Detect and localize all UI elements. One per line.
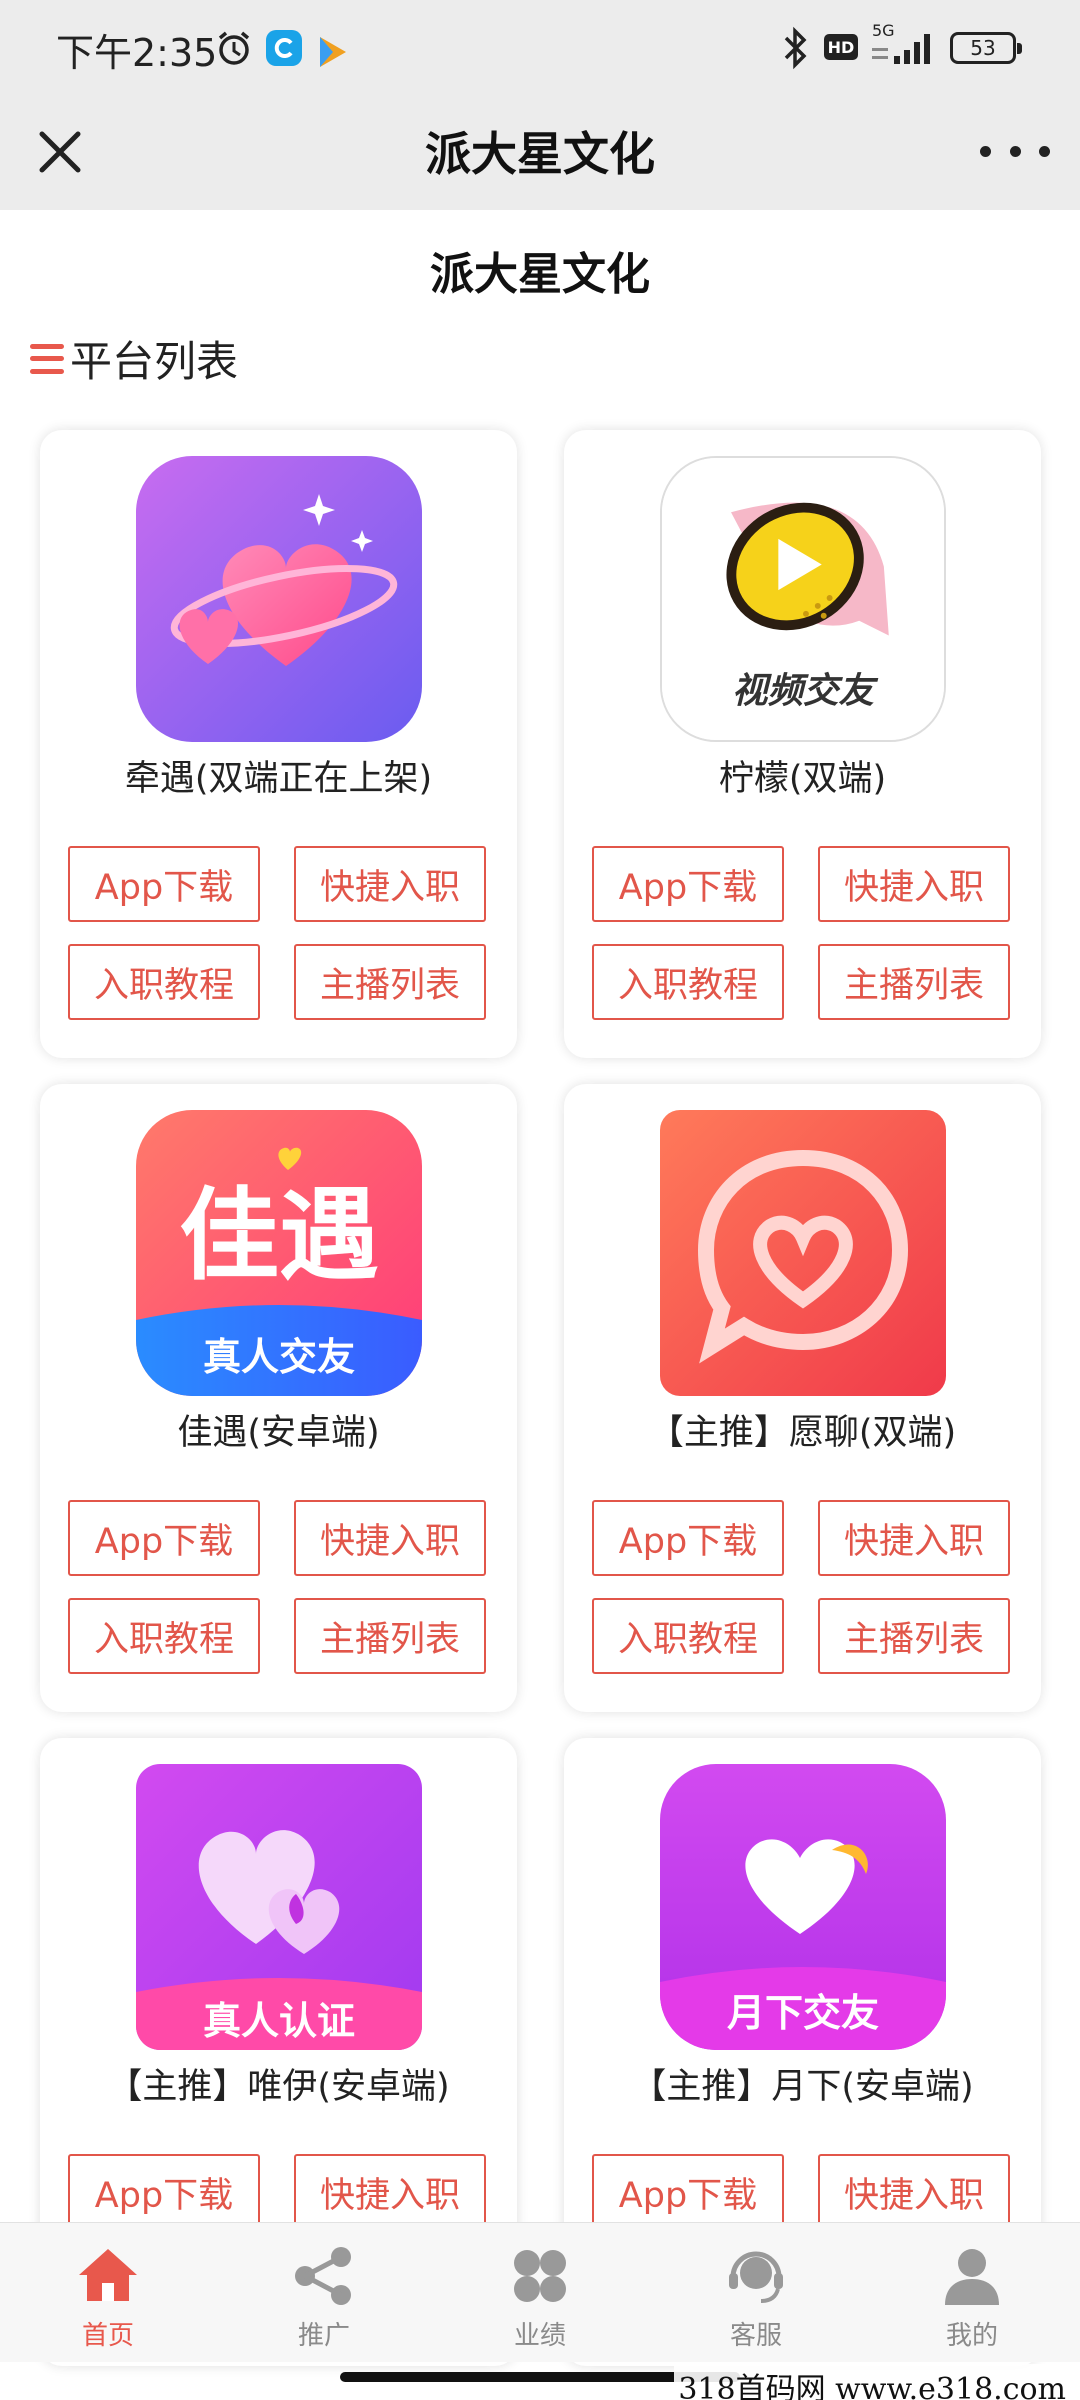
status-bar: 下午2:35 HD 5G 53 bbox=[0, 0, 1080, 96]
platform-name: 【主推】月下(安卓端) bbox=[631, 2067, 974, 2107]
chat-heart-icon[interactable] bbox=[660, 1110, 946, 1396]
quick-join-button[interactable]: 快捷入职 bbox=[818, 2154, 1010, 2230]
platform-card: 【主推】愿聊(双端) App下载 快捷入职 入职教程 主播列表 bbox=[564, 1084, 1041, 1712]
list-icon bbox=[30, 343, 64, 374]
app-download-button[interactable]: App下载 bbox=[68, 846, 260, 922]
headset-icon bbox=[729, 2251, 783, 2303]
quick-join-button[interactable]: 快捷入职 bbox=[294, 846, 486, 922]
platform-name: 牵遇(双端正在上架) bbox=[124, 759, 433, 799]
tab-bar: 首页 推广 业绩 客服 我的 bbox=[0, 2222, 1080, 2362]
quick-join-button[interactable]: 快捷入职 bbox=[818, 846, 1010, 922]
tab-profile[interactable]: 我的 bbox=[864, 2223, 1080, 2362]
tab-label: 业绩 bbox=[513, 2321, 566, 2351]
platform-card: 佳遇 真人交友 佳遇(安卓端) App下载 快捷入职 入职教程 主播列表 bbox=[40, 1084, 517, 1712]
page-title: 派大星文化 bbox=[430, 249, 650, 300]
signal-icon: 5G bbox=[870, 21, 940, 66]
host-list-button[interactable]: 主播列表 bbox=[818, 944, 1010, 1020]
double-heart-icon[interactable]: 真人认证 bbox=[136, 1764, 422, 2050]
jiayu-icon[interactable]: 佳遇 真人交友 bbox=[136, 1110, 422, 1396]
more-dot-icon bbox=[980, 145, 991, 157]
grid-icon bbox=[514, 2250, 566, 2302]
platform-card: 牵遇(双端正在上架) App下载 快捷入职 入职教程 主播列表 bbox=[40, 430, 517, 1058]
status-time: 下午2:35 bbox=[56, 31, 218, 75]
more-dot-icon bbox=[1009, 145, 1021, 157]
quick-join-button[interactable]: 快捷入职 bbox=[294, 1500, 486, 1576]
svg-text:月下交友: 月下交友 bbox=[727, 1991, 879, 2035]
tab-performance[interactable]: 业绩 bbox=[432, 2223, 648, 2362]
battery-level: 53 bbox=[970, 36, 996, 60]
svg-text:5G: 5G bbox=[872, 21, 895, 40]
user-icon bbox=[945, 2249, 999, 2305]
app-download-button[interactable]: App下载 bbox=[68, 1500, 260, 1576]
svg-text:真人认证: 真人认证 bbox=[203, 1999, 355, 2043]
share-icon bbox=[295, 2247, 351, 2305]
platform-name: 佳遇(安卓端) bbox=[177, 1413, 380, 1453]
platform-name: 【主推】愿聊(双端) bbox=[648, 1413, 957, 1453]
tab-service[interactable]: 客服 bbox=[648, 2223, 864, 2362]
app-download-button[interactable]: App下载 bbox=[592, 846, 784, 922]
join-tutorial-button[interactable]: 入职教程 bbox=[68, 944, 260, 1020]
join-tutorial-button[interactable]: 入职教程 bbox=[592, 944, 784, 1020]
app-download-button[interactable]: App下载 bbox=[68, 2154, 260, 2230]
nav-bar: 派大星文化 bbox=[0, 96, 1080, 210]
lemon-video-icon[interactable]: 视频交友 bbox=[660, 456, 946, 742]
svg-text:真人交友: 真人交友 bbox=[203, 1335, 355, 1379]
tab-label: 客服 bbox=[729, 2321, 782, 2351]
video-app-icon bbox=[316, 30, 348, 74]
tab-promote[interactable]: 推广 bbox=[216, 2223, 432, 2362]
tab-label: 我的 bbox=[945, 2321, 998, 2351]
watermark: 318首码网 www.e318.com bbox=[674, 2364, 1070, 2400]
quick-join-button[interactable]: 快捷入职 bbox=[294, 2154, 486, 2230]
moon-heart-icon[interactable]: 月下交友 bbox=[660, 1764, 946, 2050]
platform-card: 视频交友 柠檬(双端) App下载 快捷入职 入职教程 主播列表 bbox=[564, 430, 1041, 1058]
section-title: 平台列表 bbox=[70, 337, 239, 386]
app-download-button[interactable]: App下载 bbox=[592, 2154, 784, 2230]
bluetooth-icon bbox=[780, 26, 810, 70]
hd-badge: HD bbox=[824, 34, 858, 60]
host-list-button[interactable]: 主播列表 bbox=[294, 944, 486, 1020]
alarm-icon bbox=[214, 26, 254, 70]
host-list-button[interactable]: 主播列表 bbox=[294, 1598, 486, 1674]
tab-label: 推广 bbox=[297, 2321, 350, 2351]
svg-text:佳遇: 佳遇 bbox=[179, 1177, 379, 1294]
app-download-button[interactable]: App下载 bbox=[592, 1500, 784, 1576]
browser-app-icon bbox=[266, 30, 302, 66]
join-tutorial-button[interactable]: 入职教程 bbox=[592, 1598, 784, 1674]
join-tutorial-button[interactable]: 入职教程 bbox=[68, 1598, 260, 1674]
home-icon bbox=[79, 2249, 137, 2301]
section-header: 平台列表 bbox=[30, 328, 238, 389]
nav-title: 派大星文化 bbox=[425, 127, 655, 181]
battery-icon: 53 bbox=[950, 32, 1022, 64]
platform-name: 【主推】唯伊(安卓端) bbox=[107, 2067, 450, 2107]
platform-name: 柠檬(双端) bbox=[718, 759, 887, 799]
quick-join-button[interactable]: 快捷入职 bbox=[818, 1500, 1010, 1576]
tab-home[interactable]: 首页 bbox=[0, 2223, 216, 2362]
tab-label: 首页 bbox=[81, 2321, 134, 2351]
more-dot-icon bbox=[1039, 145, 1050, 157]
more-button[interactable] bbox=[980, 126, 1050, 176]
host-list-button[interactable]: 主播列表 bbox=[818, 1598, 1010, 1674]
svg-text:视频交友: 视频交友 bbox=[732, 671, 878, 712]
heart-planet-icon[interactable] bbox=[136, 456, 422, 742]
